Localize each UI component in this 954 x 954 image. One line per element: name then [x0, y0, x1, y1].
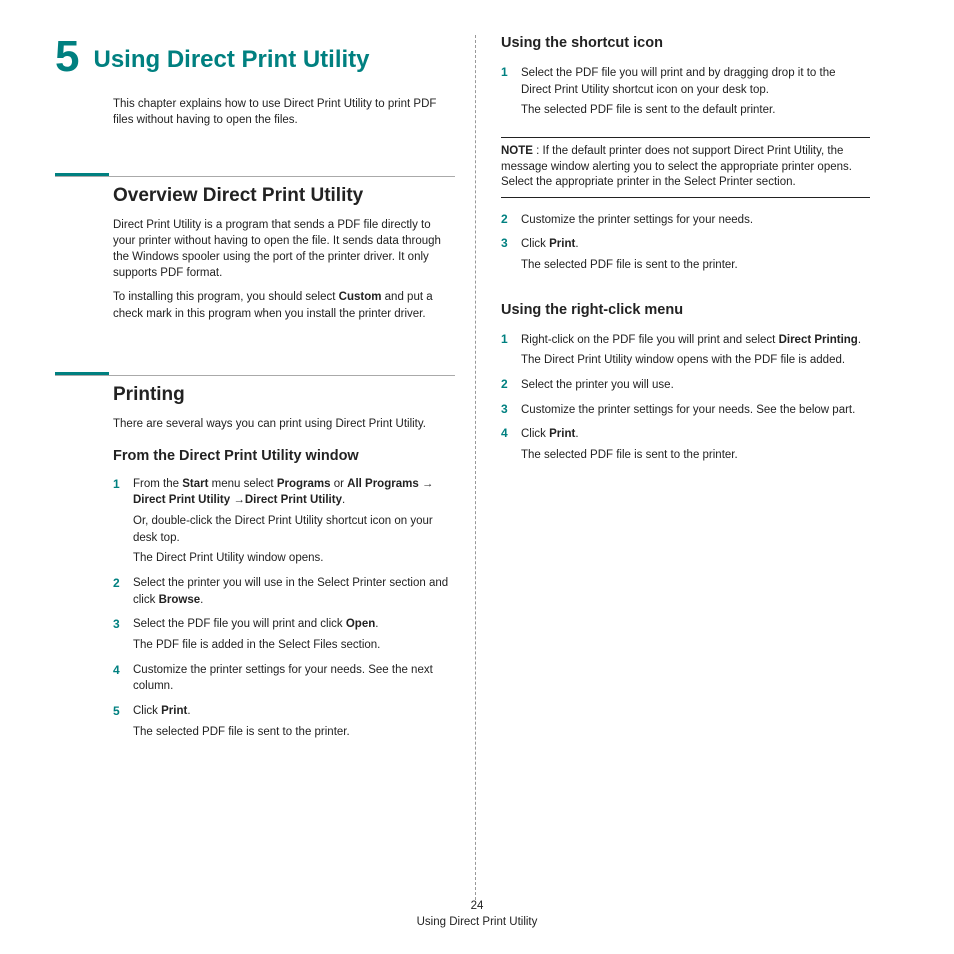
step-body: Click Print.The selected PDF file is sen… — [521, 426, 870, 467]
step-body: Select the printer you will use in the S… — [133, 575, 455, 612]
page-footer: 24 Using Direct Print Utility — [0, 898, 954, 930]
step-number: 2 — [113, 575, 133, 612]
overview-p1: Direct Print Utility is a program that s… — [113, 217, 455, 281]
chapter-header: 5 Using Direct Print Utility — [55, 35, 455, 79]
chapter-title: Using Direct Print Utility — [93, 46, 369, 79]
from-window-heading: From the Direct Print Utility window — [113, 448, 455, 464]
list-item: 1 Select the PDF file you will print and… — [501, 65, 870, 123]
section-shortcut: Using the shortcut icon 1 Select the PDF… — [501, 35, 870, 278]
printing-heading: Printing — [113, 384, 455, 406]
list-item: 2Select the printer you will use in the … — [113, 575, 455, 612]
printing-intro: There are several ways you can print usi… — [113, 416, 455, 432]
step-body: Customize the printer settings for your … — [521, 402, 870, 423]
section-rightclick: Using the right-click menu 1Right-click … — [501, 302, 870, 468]
list-item: 3Customize the printer settings for your… — [501, 402, 870, 423]
step-number: 5 — [113, 703, 133, 744]
overview-heading: Overview Direct Print Utility — [113, 185, 455, 207]
step-number: 2 — [501, 377, 521, 398]
note-box: NOTE : If the default printer does not s… — [501, 137, 870, 198]
section-printing: Printing There are several ways you can … — [55, 372, 455, 745]
step-number: 1 — [501, 332, 521, 373]
step-number: 4 — [113, 662, 133, 699]
chapter-number: 5 — [55, 35, 79, 79]
step-body: Customize the printer settings for your … — [133, 662, 455, 699]
step-number: 3 — [113, 616, 133, 657]
step-number: 2 — [501, 212, 521, 233]
footer-title: Using Direct Print Utility — [0, 914, 954, 930]
list-item: 4Customize the printer settings for your… — [113, 662, 455, 699]
list-item: 2Select the printer you will use. — [501, 377, 870, 398]
step-body: Select the printer you will use. — [521, 377, 870, 398]
shortcut-steps-1: 1 Select the PDF file you will print and… — [501, 65, 870, 123]
list-item: 5Click Print.The selected PDF file is se… — [113, 703, 455, 744]
overview-p2: To installing this program, you should s… — [113, 289, 455, 321]
step-number: 3 — [501, 236, 521, 277]
step-number: 4 — [501, 426, 521, 467]
list-item: 2 Customize the printer settings for you… — [501, 212, 870, 233]
list-item: 4Click Print.The selected PDF file is se… — [501, 426, 870, 467]
shortcut-steps-2: 2 Customize the printer settings for you… — [501, 212, 870, 278]
chapter-intro: This chapter explains how to use Direct … — [113, 97, 455, 128]
left-column: 5 Using Direct Print Utility This chapte… — [55, 35, 475, 900]
note-text: If the default printer does not support … — [501, 145, 852, 188]
rightclick-steps: 1Right-click on the PDF file you will pr… — [501, 332, 870, 468]
step-number: 3 — [501, 402, 521, 423]
heading-rule — [55, 176, 455, 177]
step-body: From the Start menu select Programs or A… — [133, 476, 455, 571]
heading-rule — [55, 375, 455, 376]
list-item: 3Select the PDF file you will print and … — [113, 616, 455, 657]
step-body: Click Print.The selected PDF file is sen… — [133, 703, 455, 744]
step-number: 1 — [501, 65, 521, 123]
list-item: 3 Click Print.The selected PDF file is s… — [501, 236, 870, 277]
section-overview: Overview Direct Print Utility Direct Pri… — [55, 173, 455, 322]
step-body: Right-click on the PDF file you will pri… — [521, 332, 870, 373]
list-item: 1From the Start menu select Programs or … — [113, 476, 455, 571]
note-label: NOTE — [501, 145, 533, 157]
step-number: 1 — [113, 476, 133, 571]
page-number: 24 — [0, 898, 954, 914]
rightclick-heading: Using the right-click menu — [501, 302, 870, 318]
from-window-steps: 1From the Start menu select Programs or … — [113, 476, 455, 745]
shortcut-heading: Using the shortcut icon — [501, 35, 870, 51]
right-column: Using the shortcut icon 1 Select the PDF… — [475, 35, 870, 900]
step-body: Select the PDF file you will print and c… — [133, 616, 455, 657]
list-item: 1Right-click on the PDF file you will pr… — [501, 332, 870, 373]
